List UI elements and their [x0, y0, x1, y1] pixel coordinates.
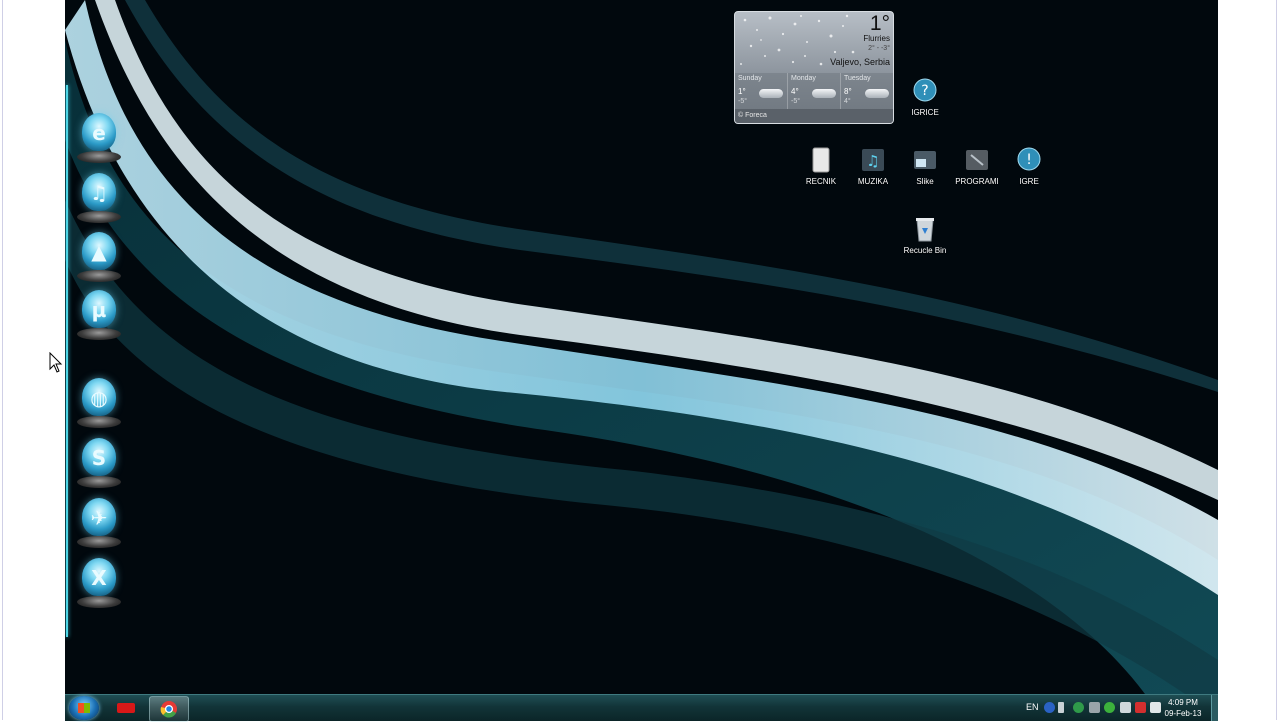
dock-glyph: ♫: [90, 181, 108, 205]
desktop-icon-muzika[interactable]: ♫ MUZIKA: [845, 147, 901, 195]
dock-internet-explorer[interactable]: e: [77, 113, 121, 169]
clock-time: 4:09 PM: [1168, 698, 1198, 707]
dock-glyph: S: [91, 446, 107, 470]
clock[interactable]: 4:09 PM 09-Feb-13: [1158, 697, 1208, 719]
clock-date: 09-Feb-13: [1164, 709, 1202, 718]
desktop[interactable]: e ♫ ▲ µ ◍ S ✈ X 1° Flurries 2° - -3° Val…: [65, 0, 1218, 694]
forecast-low: -5°: [738, 98, 748, 105]
icon-label: IGRE: [1019, 177, 1039, 186]
dock-glyph: X: [91, 566, 107, 590]
taskbar-app-1[interactable]: [107, 696, 145, 720]
forecast-day: Tuesday 8° 4°: [841, 73, 893, 109]
dock-pedestal: [77, 416, 121, 428]
weather-condition: Flurries: [863, 34, 890, 43]
dock-pedestal: [77, 151, 121, 163]
desktop-icon-recnik[interactable]: RECNIK: [793, 147, 849, 195]
start-button[interactable]: [69, 696, 99, 720]
right-margin: [1218, 0, 1280, 720]
chevron-up-icon[interactable]: [1058, 702, 1064, 713]
desktop-icon-igrice[interactable]: ? IGRICE: [897, 78, 953, 126]
dock-glyph: ◍: [90, 386, 108, 410]
weather-hilo: 2° - -3°: [868, 45, 890, 52]
forecast-day: Monday 4° -5°: [788, 73, 841, 109]
forecast-high: 4°: [791, 87, 799, 96]
weather-credit: © Foreca: [735, 109, 893, 123]
desktop-icon-igre[interactable]: ! IGRE: [1001, 147, 1057, 195]
document-icon: [812, 147, 830, 173]
dock-pedestal: [77, 211, 121, 223]
dock-pedestal: [77, 476, 121, 488]
desktop-icon-slike[interactable]: Slike: [897, 147, 953, 195]
utorrent-tray-icon[interactable]: [1073, 702, 1084, 713]
dock-bar: e ♫ ▲ µ ◍ S ✈ X: [65, 85, 121, 640]
monitor-icon[interactable]: [1120, 702, 1131, 713]
dock-globe[interactable]: ◍: [77, 378, 121, 434]
forecast-day-name: Sunday: [738, 75, 762, 82]
programs-folder-icon: [966, 150, 988, 170]
dock-xbox[interactable]: X: [77, 558, 121, 614]
dock-pedestal: [77, 270, 121, 282]
forecast-high: 8°: [844, 87, 852, 96]
chrome-icon: [160, 701, 177, 718]
dock-pedestal: [77, 328, 121, 340]
dock-music[interactable]: ♫: [77, 173, 121, 229]
battery-icon[interactable]: [1135, 702, 1146, 713]
cloud-icon: [812, 89, 836, 98]
icon-label: IGRICE: [911, 108, 939, 117]
forecast-day-name: Tuesday: [844, 75, 871, 82]
network-icon[interactable]: [1089, 702, 1100, 713]
dock-glyph: ▲: [91, 240, 107, 264]
snow-icon: [759, 89, 783, 98]
dock-skype[interactable]: S: [77, 438, 121, 494]
forecast-low: 4°: [844, 98, 851, 105]
pictures-folder-icon: [914, 151, 936, 169]
left-margin-edge: [2, 0, 3, 720]
forecast-high: 1°: [738, 87, 746, 96]
taskbar: EN 4:09 PM 09-Feb-13: [65, 694, 1218, 722]
help-icon[interactable]: [1044, 702, 1055, 713]
dock-pedestal: [77, 536, 121, 548]
weather-temperature: 1°: [869, 12, 890, 35]
dock-glyph: ✈: [90, 506, 108, 530]
wallpaper-swoosh: [65, 0, 1218, 694]
dock-email[interactable]: ✈: [77, 498, 121, 554]
svg-text:♫: ♫: [866, 152, 879, 170]
mouse-cursor-icon: [49, 352, 63, 373]
security-icon[interactable]: [1104, 702, 1115, 713]
svg-text:!: !: [1026, 152, 1032, 168]
taskbar-chrome[interactable]: [149, 696, 189, 722]
music-folder-icon: ♫: [862, 149, 884, 171]
right-margin-edge: [1276, 0, 1277, 720]
language-indicator[interactable]: EN: [1026, 702, 1039, 712]
dock-glyph: µ: [91, 298, 107, 322]
dock-glyph: e: [92, 121, 106, 145]
dock-pictures[interactable]: ▲: [77, 232, 121, 288]
windows-logo-icon: [78, 703, 90, 713]
svg-text:?: ?: [921, 83, 928, 99]
dock-pedestal: [77, 596, 121, 608]
info-orb-icon: !: [1017, 147, 1041, 171]
recycle-bin-icon: [916, 218, 934, 242]
desktop-icon-recycle-bin[interactable]: Recucle Bin: [897, 216, 953, 264]
desktop-icon-programi[interactable]: PROGRAMI: [949, 147, 1005, 195]
system-tray: EN 4:09 PM 09-Feb-13: [1018, 695, 1218, 721]
forecast-day-name: Monday: [791, 75, 816, 82]
help-orb-icon: ?: [913, 78, 937, 102]
red-app-icon: [117, 703, 135, 713]
weather-forecast: Sunday 1° -5° Monday 4° -5° Tuesday 8° 4…: [735, 73, 893, 109]
forecast-low: -5°: [791, 98, 801, 105]
dock-utorrent[interactable]: µ: [77, 290, 121, 346]
dock-accent-line: [66, 85, 68, 637]
forecast-day: Sunday 1° -5°: [735, 73, 788, 109]
weather-gadget[interactable]: 1° Flurries 2° - -3° Valjevo, Serbia Sun…: [734, 11, 894, 124]
show-desktop-button[interactable]: [1211, 695, 1218, 721]
cloud-icon: [865, 89, 889, 98]
icon-label: Recucle Bin: [903, 246, 947, 255]
weather-location: Valjevo, Serbia: [830, 57, 890, 67]
